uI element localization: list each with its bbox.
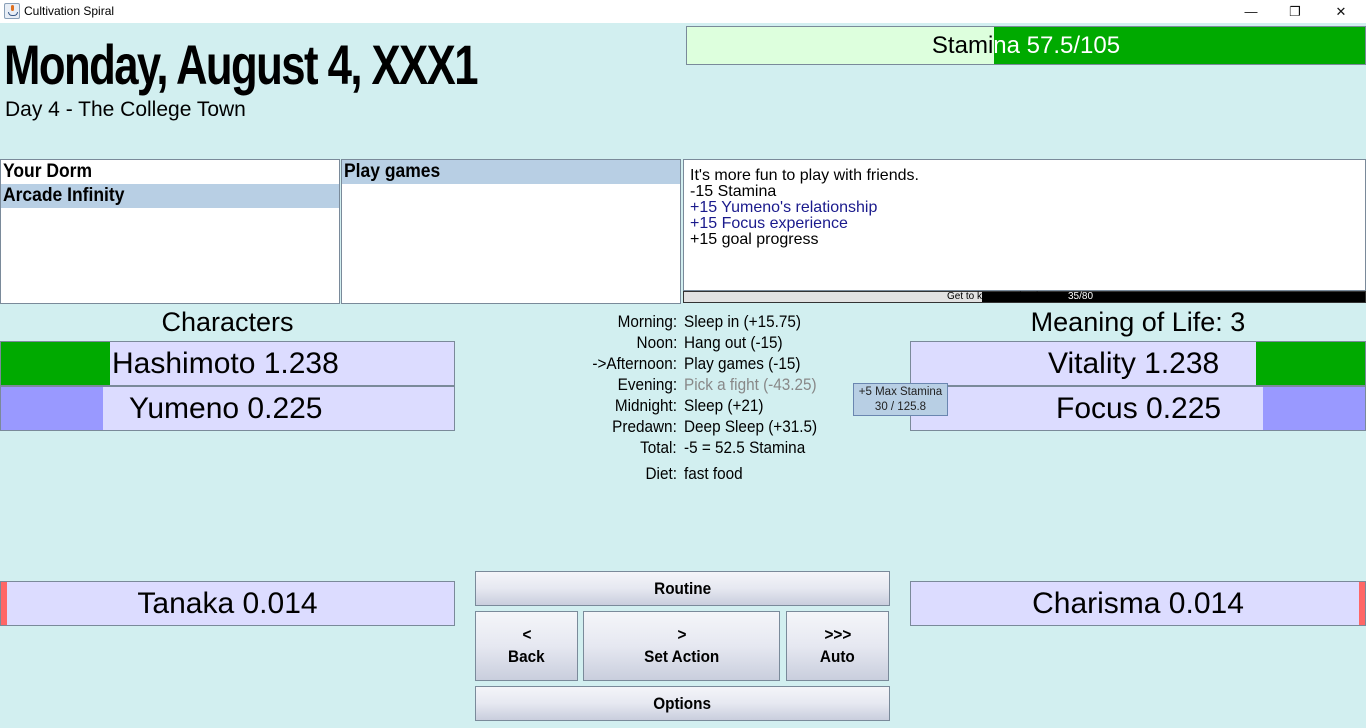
schedule-row-afternoon[interactable]: ->Afternoon: Play games (-15) — [560, 353, 880, 374]
character-bar-fill — [1, 387, 103, 430]
stat-label: Vitality 1.238 — [1048, 346, 1220, 380]
daily-schedule: Morning: Sleep in (+15.75) Noon: Hang ou… — [560, 311, 880, 484]
set-action-button[interactable]: > Set Action — [583, 611, 780, 681]
character-bar-hashimoto[interactable]: Hashimoto 1.238 — [0, 341, 455, 386]
schedule-time-label: Morning: — [617, 312, 677, 331]
location-item-label: Your Dorm — [3, 161, 93, 182]
character-label: Yumeno 0.225 — [129, 391, 323, 425]
schedule-row-predawn[interactable]: Predawn: Deep Sleep (+31.5) — [560, 416, 880, 437]
location-list[interactable]: Your Dorm Arcade Infinity — [0, 159, 340, 304]
schedule-action: Pick a fight (-43.25) — [684, 375, 817, 394]
schedule-row-diet: Diet: fast food — [560, 463, 880, 484]
schedule-total-value: -5 = 52.5 Stamina — [684, 438, 806, 457]
character-label: Tanaka 0.014 — [137, 586, 318, 620]
date-title: Monday, August 4, XXX1 — [4, 33, 478, 96]
description-flavor-text: It's more fun to play with friends. — [690, 167, 919, 184]
stat-bar-fill — [1263, 387, 1365, 430]
goal-progress-label: Get to know each other: — [947, 291, 1054, 302]
stat-bar-vitality[interactable]: Vitality 1.238 — [910, 341, 1366, 386]
character-bar-yumeno[interactable]: Yumeno 0.225 — [0, 386, 455, 431]
auto-button[interactable]: >>> Auto — [786, 611, 889, 681]
location-item-label: Arcade Infinity — [3, 185, 125, 206]
description-effect: -15 Stamina — [690, 183, 777, 200]
java-cup-icon — [4, 3, 20, 19]
auto-button-label: Auto — [820, 647, 855, 666]
schedule-time-label: Evening: — [617, 375, 677, 394]
description-effect: +15 Yumeno's relationship — [690, 199, 878, 216]
character-label: Hashimoto 1.238 — [112, 346, 339, 380]
location-item-arcade-infinity[interactable]: Arcade Infinity — [1, 184, 339, 208]
goal-progress-value: 35/80 — [1068, 291, 1094, 302]
routine-button[interactable]: Routine — [475, 571, 890, 606]
action-item-play-games[interactable]: Play games — [342, 160, 680, 184]
options-button[interactable]: Options — [475, 686, 890, 721]
close-button[interactable]: ✕ — [1318, 0, 1364, 23]
restore-icon: ❐ — [1289, 3, 1301, 19]
chevron-right-icon: > — [677, 625, 686, 644]
schedule-time-label: Midnight: — [614, 396, 677, 415]
schedule-action: Deep Sleep (+31.5) — [684, 417, 818, 436]
tooltip-line: 30 / 125.8 — [874, 401, 927, 413]
schedule-row-morning[interactable]: Morning: Sleep in (+15.75) — [560, 311, 880, 332]
goal-progress-bar: Get to know each other: 35/80 — [683, 291, 1366, 303]
chevron-left-icon: < — [522, 625, 531, 644]
location-item-your-dorm[interactable]: Your Dorm — [1, 160, 339, 184]
stamina-label: Stamina 57.5/105 — [931, 31, 994, 59]
schedule-row-noon[interactable]: Noon: Hang out (-15) — [560, 332, 880, 353]
meaning-of-life-heading: Meaning of Life: 3 — [1030, 307, 1246, 337]
diet-label: Diet: — [645, 464, 677, 483]
tooltip-line: +5 Max Stamina — [858, 386, 943, 398]
stat-bar-focus[interactable]: Focus 0.225 — [910, 386, 1366, 431]
action-list[interactable]: Play games — [341, 159, 681, 304]
maximize-button[interactable]: ❐ — [1272, 0, 1318, 23]
schedule-row-total: Total: -5 = 52.5 Stamina — [560, 437, 880, 458]
description-effect: +15 Focus experience — [690, 215, 848, 232]
schedule-time-label: Predawn: — [612, 417, 677, 436]
characters-heading: Characters — [161, 307, 294, 337]
minimize-icon: — — [1244, 4, 1258, 19]
character-bar-fill — [1, 342, 110, 385]
stat-bar-fill — [1256, 342, 1365, 385]
stamina-label-overlay: Stamina 57.5/105 — [994, 31, 1121, 59]
close-icon: ✕ — [1335, 3, 1347, 19]
diet-value: fast food — [684, 464, 743, 483]
max-stamina-tooltip: +5 Max Stamina 30 / 125.8 — [853, 383, 948, 416]
stamina-bar-empty: Stamina 57.5/105 — [687, 27, 994, 64]
description-effect: +15 goal progress — [690, 231, 819, 248]
options-button-label: Options — [653, 693, 712, 713]
back-button[interactable]: < Back — [475, 611, 578, 681]
window-title: Cultivation Spiral — [24, 4, 115, 18]
schedule-action: Play games (-15) — [684, 354, 801, 373]
action-item-label: Play games — [344, 161, 441, 182]
stamina-bar-filled-text: Stamina 57.5/105 — [994, 27, 1365, 64]
stat-label: Focus 0.225 — [1056, 391, 1222, 425]
schedule-action: Sleep (+21) — [684, 396, 764, 415]
minimize-button[interactable]: — — [1228, 0, 1274, 23]
schedule-row-evening[interactable]: Evening: Pick a fight (-43.25) — [560, 374, 880, 395]
schedule-action: Hang out (-15) — [684, 333, 783, 352]
day-subtitle: Day 4 - The College Town — [5, 98, 246, 121]
action-description: It's more fun to play with friends. -15 … — [683, 159, 1366, 291]
window-titlebar: Cultivation Spiral — ❐ ✕ — [0, 0, 1366, 23]
schedule-action: Sleep in (+15.75) — [684, 312, 801, 331]
routine-button-label: Routine — [654, 578, 711, 598]
stat-bar-charisma[interactable]: Charisma 0.014 — [910, 581, 1366, 626]
stamina-bar: Stamina 57.5/105 Stamina 57.5/105 — [686, 26, 1366, 65]
character-bar-tanaka[interactable]: Tanaka 0.014 — [0, 581, 455, 626]
back-button-label: Back — [508, 647, 545, 666]
set-action-button-label: Set Action — [643, 647, 720, 666]
schedule-row-midnight[interactable]: Midnight: Sleep (+21) — [560, 395, 880, 416]
fast-forward-icon: >>> — [824, 625, 851, 644]
schedule-time-label: Noon: — [636, 333, 677, 352]
schedule-time-label: ->Afternoon: — [592, 354, 677, 373]
stat-label: Charisma 0.014 — [1032, 586, 1244, 620]
schedule-total-label: Total: — [640, 438, 677, 457]
